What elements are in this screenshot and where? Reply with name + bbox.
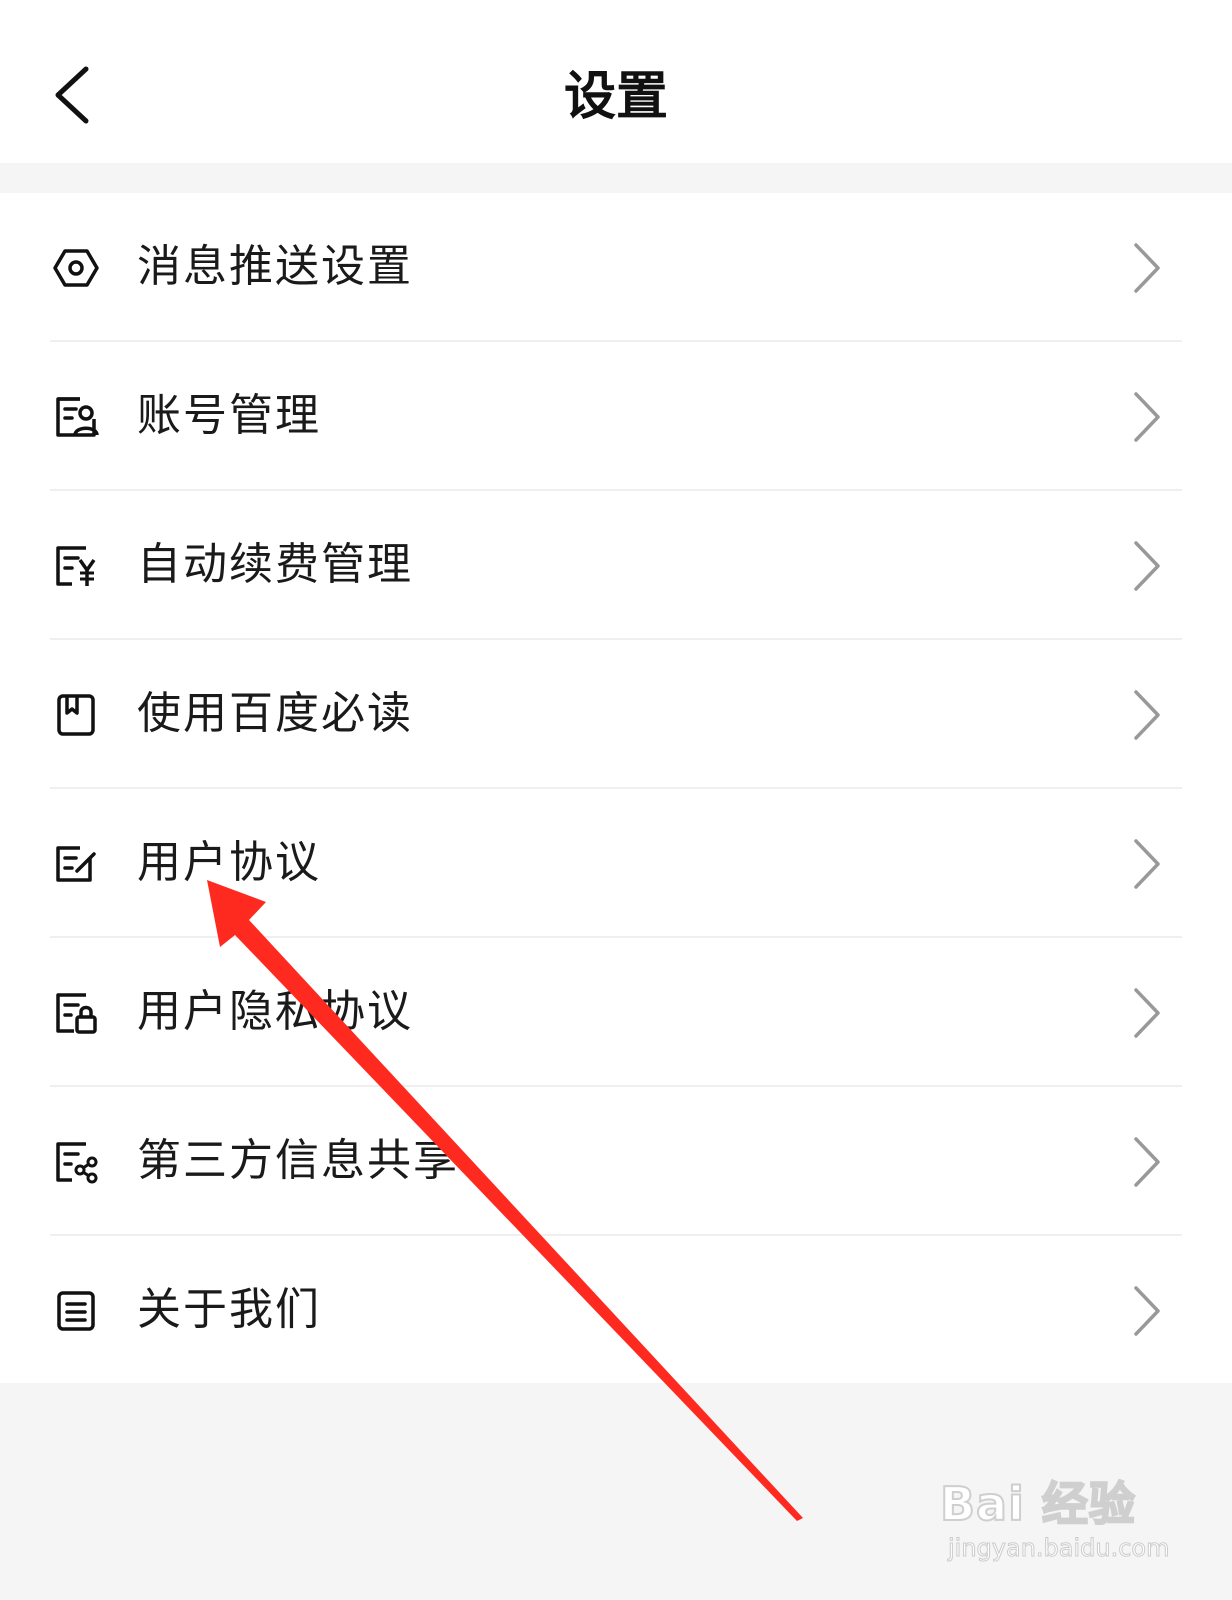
section-gap (0, 163, 1232, 193)
settings-item-label: 关于我们 (137, 1284, 321, 1335)
gear-hex-icon (50, 242, 102, 294)
settings-item-label: 使用百度必读 (137, 688, 413, 739)
header-bar: 设置 (0, 0, 1232, 163)
settings-item-label: 第三方信息共享 (137, 1135, 459, 1186)
chevron-right-icon (1128, 686, 1164, 744)
privacy-lock-icon (50, 987, 102, 1039)
baidu-jingyan-watermark: Bai 经验 jingyan.baidu.com (939, 1468, 1170, 1578)
settings-item-auto-renewal[interactable]: 自动续费管理 (0, 491, 1232, 640)
settings-item-privacy-agreement[interactable]: 用户隐私协议 (0, 938, 1232, 1087)
settings-item-third-party-sharing[interactable]: 第三方信息共享 (0, 1087, 1232, 1236)
settings-item-user-agreement[interactable]: 用户协议 (0, 789, 1232, 938)
chevron-right-icon (1128, 537, 1164, 595)
settings-item-about-us[interactable]: 关于我们 (0, 1236, 1232, 1385)
list-document-icon (50, 1285, 102, 1337)
chevron-right-icon (1128, 984, 1164, 1042)
settings-item-how-to-use[interactable]: 使用百度必读 (0, 640, 1232, 789)
edit-document-icon (50, 838, 102, 890)
settings-item-label: 消息推送设置 (137, 241, 413, 292)
settings-item-account[interactable]: 账号管理 (0, 342, 1232, 491)
share-nodes-icon (50, 1136, 102, 1188)
auto-renew-yen-icon (50, 540, 102, 592)
book-icon (50, 689, 102, 741)
settings-item-push-notifications[interactable]: 消息推送设置 (0, 193, 1232, 342)
settings-item-label: 用户协议 (137, 837, 321, 888)
settings-item-label: 自动续费管理 (137, 539, 413, 590)
settings-item-label: 用户隐私协议 (137, 986, 413, 1037)
chevron-right-icon (1128, 1133, 1164, 1191)
chevron-right-icon (1128, 239, 1164, 297)
account-card-icon (50, 391, 102, 443)
watermark-url: jingyan.baidu.com (947, 1534, 1170, 1563)
chevron-right-icon (1128, 388, 1164, 446)
settings-list: 消息推送设置 账号管理 自动续费管理 使用百度必读 用户协议 用户隐私协议 第三… (0, 193, 1232, 1385)
chevron-right-icon (1128, 835, 1164, 893)
chevron-right-icon (1128, 1282, 1164, 1340)
watermark-logo: Bai 经验 (939, 1476, 1136, 1532)
page-title: 设置 (563, 67, 668, 127)
settings-item-label: 账号管理 (137, 390, 321, 441)
